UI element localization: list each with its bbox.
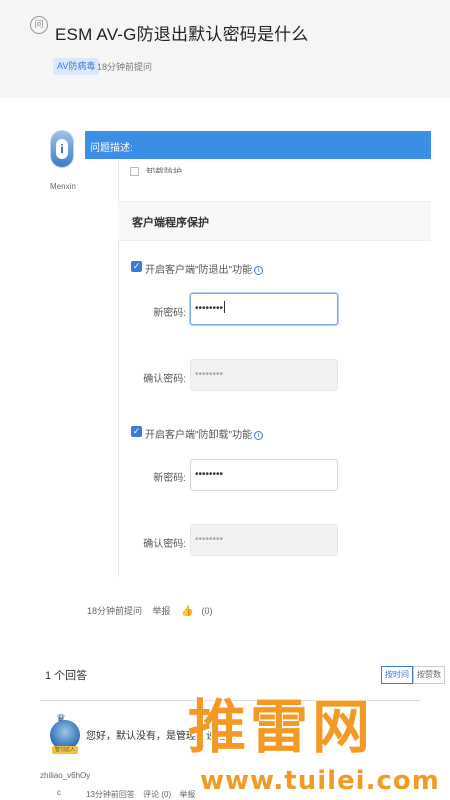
anti-exit-new-pwd-field: •••••••• (190, 293, 338, 325)
question-title: ESM AV-G防退出默认密码是什么 (55, 25, 309, 44)
anti-exit-new-pwd-value: •••••••• (195, 303, 224, 314)
category-tag[interactable]: AV防病毒 (53, 58, 100, 75)
info-icon: i (254, 431, 264, 440)
thumbs-up-icon: 👍 (181, 606, 194, 617)
anti-exit-label: 开启客户端"防退出"功能 (145, 265, 253, 276)
text-cursor (224, 301, 226, 313)
answerer-name[interactable]: zhiliao_v6hOy (40, 771, 90, 780)
anti-uninstall-confirm-value: •••••••• (195, 534, 224, 545)
question-meta: 18分钟前提问 举报 👍 (0) (87, 604, 229, 617)
description-label: 问题描述: (90, 143, 133, 154)
check-icon: ✓ (131, 426, 142, 437)
asker-avatar-letter: i (56, 139, 68, 159)
watermark-brand: 推雷网 (188, 693, 375, 761)
anti-uninstall-new-pwd-label: 新密码: (153, 473, 186, 484)
description-bar: 问题描述: (85, 131, 431, 159)
question-report-link[interactable]: 举报 (153, 606, 171, 616)
anti-uninstall-new-pwd-value: •••••••• (195, 469, 224, 480)
answerer-name-wrap[interactable]: c (57, 788, 61, 797)
answerer-avatar[interactable]: ♛ 智习达人 (44, 710, 86, 760)
anti-exit-confirm-label: 确认密码: (143, 374, 186, 385)
anti-exit-confirm-value: •••••••• (195, 369, 224, 380)
anti-uninstall-label: 开启客户端"防卸载"功能 (145, 430, 253, 441)
question-icon: 问 (30, 16, 48, 34)
check-icon: ✓ (131, 261, 142, 272)
anti-uninstall-confirm-label: 确认密码: (143, 539, 186, 550)
asker-avatar[interactable]: i (50, 130, 74, 168)
answers-count: 1 个回答 (45, 670, 88, 682)
anti-exit-new-pwd-label: 新密码: (153, 308, 186, 319)
avatar-badge: 智习达人 (52, 746, 78, 754)
watermark-url: www.tuilei.com (200, 766, 440, 796)
answer-comment-link[interactable]: 评论 (0) (143, 790, 171, 799)
watermark: 推雷网 www.tuilei.com (180, 680, 450, 800)
answer-time: 13分钟前回答 (86, 790, 135, 799)
info-icon: i (254, 266, 264, 275)
question-header: 问 ESM AV-G防退出默认密码是什么 AV防病毒 18分钟前提问 (0, 0, 450, 98)
anti-exit-confirm-field: •••••••• (190, 359, 338, 391)
cut-option-label: 卸载防护 (146, 167, 183, 173)
asked-time: 18分钟前提问 (97, 62, 153, 72)
anti-uninstall-confirm-field: •••••••• (190, 524, 338, 556)
section-title: 客户端程序保护 (132, 217, 209, 229)
like-button[interactable]: 👍 (0) (181, 606, 220, 617)
protection-section: 客户端程序保护 (118, 201, 431, 241)
anti-uninstall-new-pwd-field: •••••••• (190, 459, 338, 491)
like-count: (0) (201, 606, 213, 616)
page: 问 ESM AV-G防退出默认密码是什么 AV防病毒 18分钟前提问 i Men… (0, 0, 450, 800)
asker-name[interactable]: Menxin (50, 182, 76, 191)
question-time: 18分钟前提问 (87, 606, 143, 616)
checkbox-icon (130, 167, 139, 176)
